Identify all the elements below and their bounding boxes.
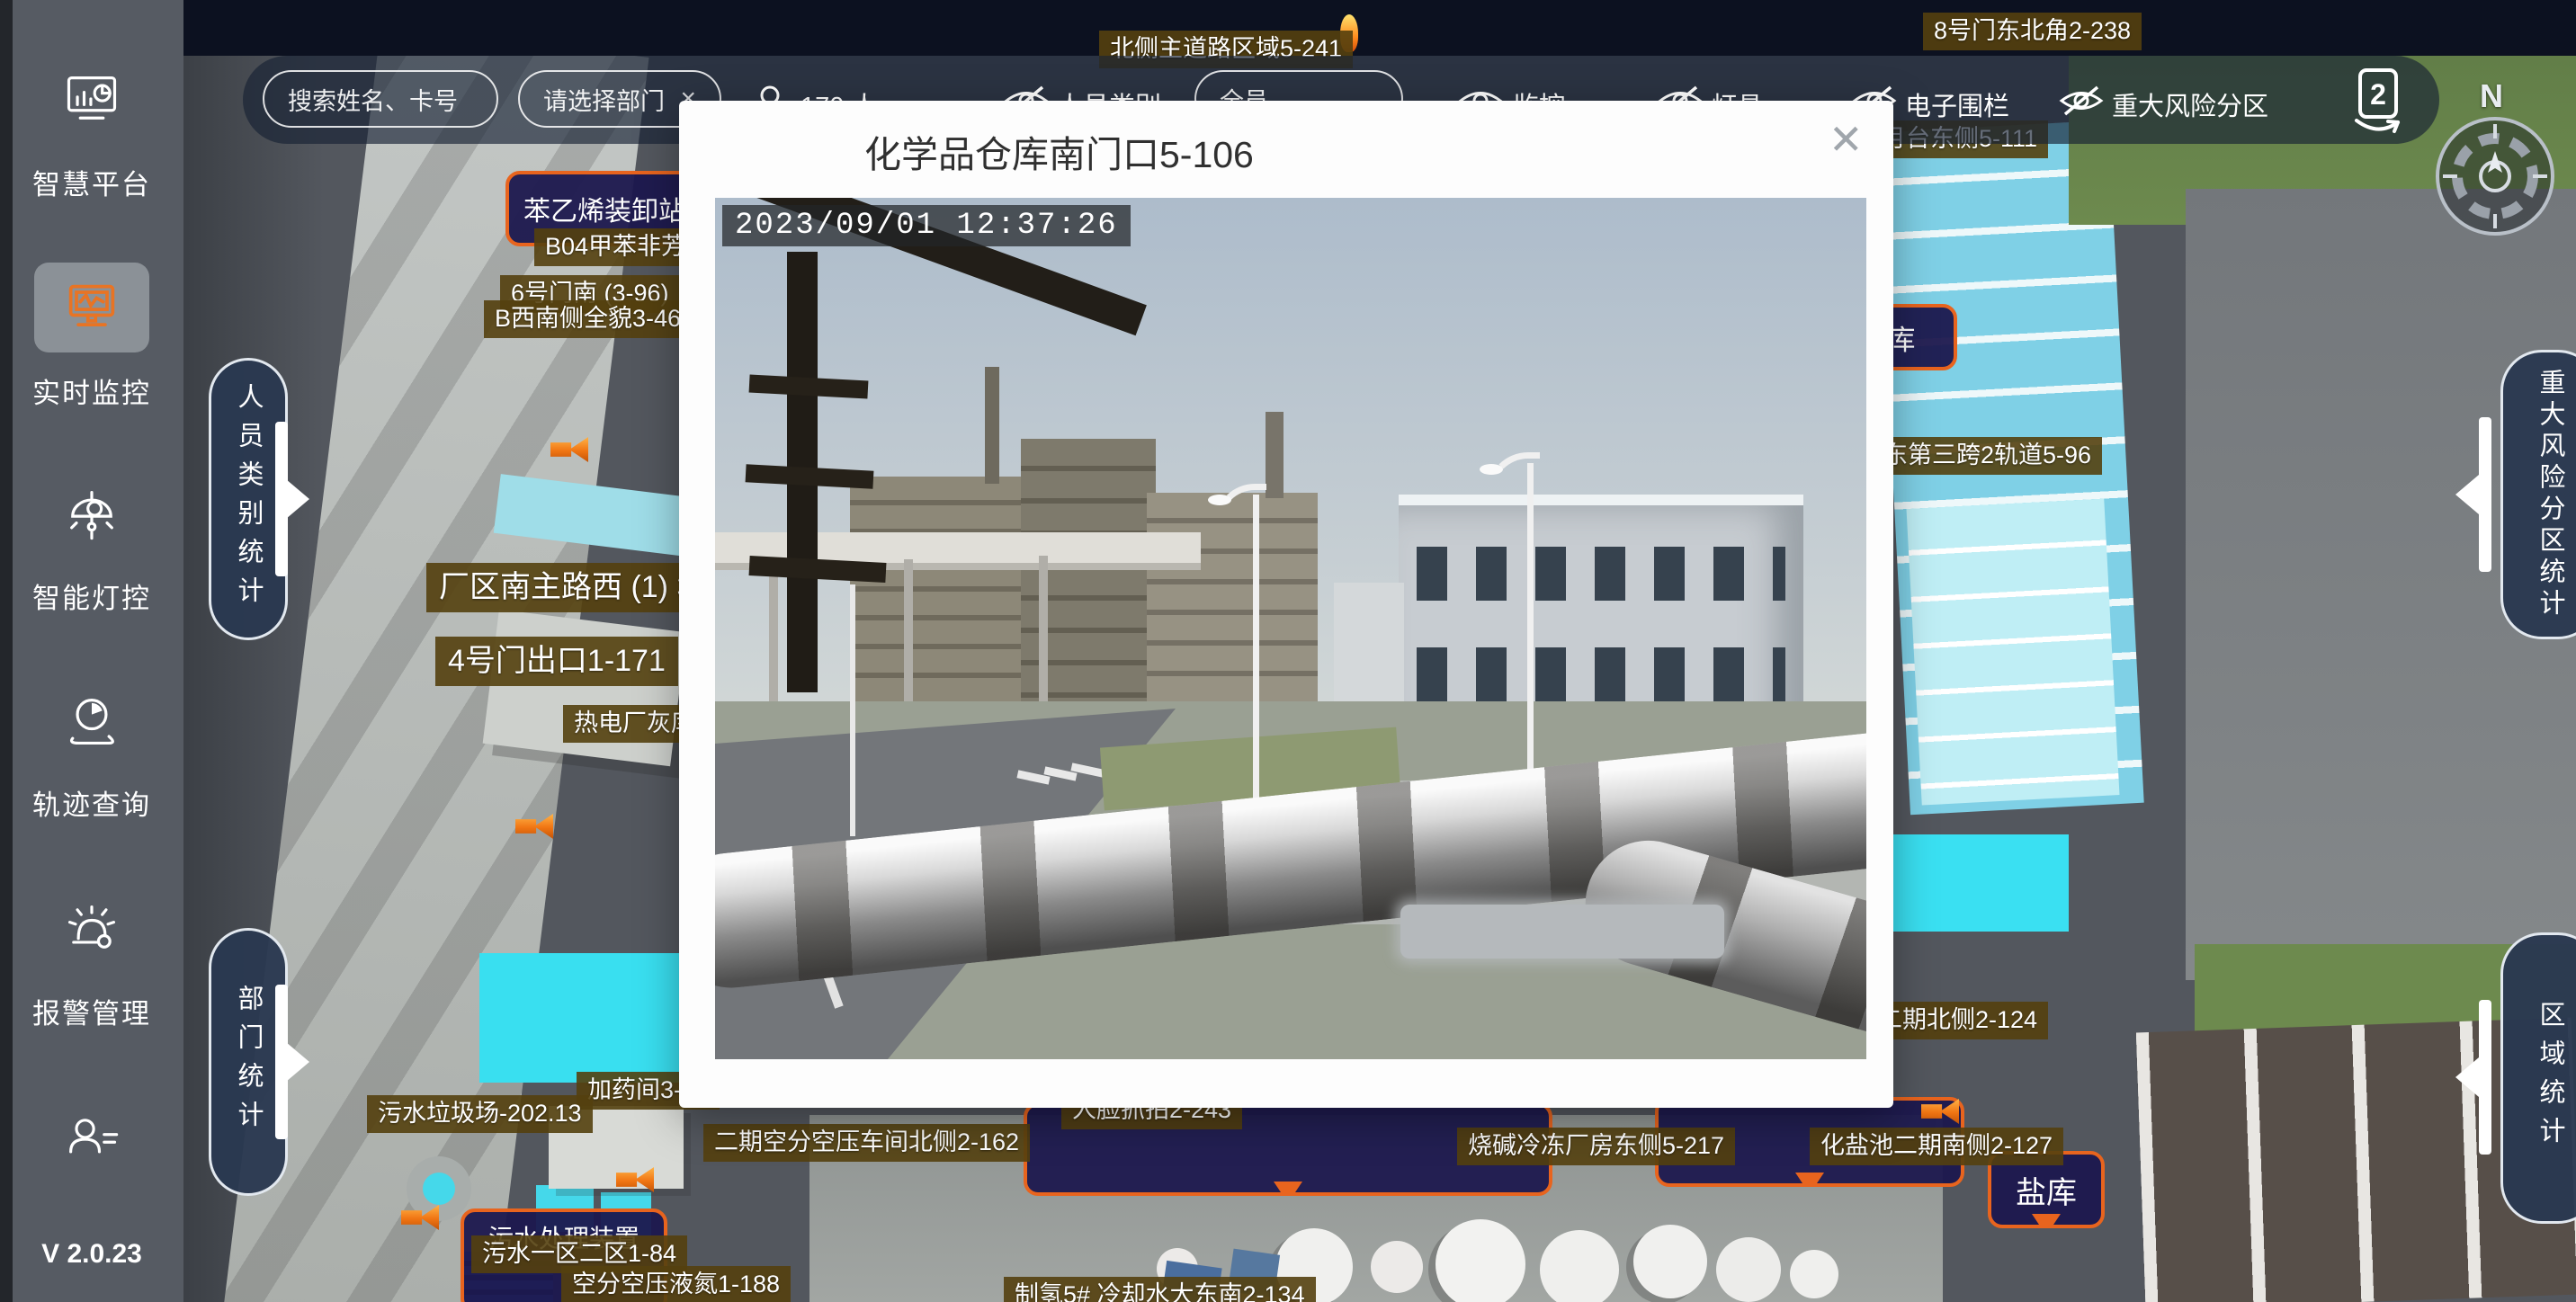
- toggle-electronic-fence[interactable]: 电子围栏: [1905, 85, 2009, 123]
- alarm-bell-icon[interactable]: [61, 897, 122, 959]
- camera-timestamp: 2023/09/01 12:37:26: [722, 205, 1131, 246]
- sidebar-item-smart-light[interactable]: 智能灯控: [0, 575, 183, 616]
- close-icon[interactable]: ✕: [1829, 119, 1864, 160]
- expand-handle[interactable]: [2479, 417, 2491, 572]
- map-tank-3: [1436, 1219, 1525, 1302]
- redaction-blur: [1400, 905, 1724, 959]
- sidebar-item-realtime-monitor[interactable]: 实时监控: [0, 370, 183, 411]
- map-tank-2: [1371, 1241, 1423, 1293]
- realtime-monitor-icon[interactable]: [61, 277, 122, 338]
- map-bldg-1: [483, 610, 687, 766]
- app-window: 苯乙烯装卸站 库 污水处理装置 盐库 北侧主道路区域5-241 8号门东北角2-…: [0, 0, 2576, 1302]
- search-input[interactable]: 搜索姓名、卡号: [263, 70, 498, 128]
- chevron-left-icon[interactable]: [2455, 1057, 2479, 1097]
- map-tank-6: [1716, 1237, 1781, 1302]
- map-tank-7: [1790, 1250, 1838, 1298]
- map-camera-tag[interactable]: 空分空压液氮1-188: [561, 1266, 791, 1302]
- map-camera-tag[interactable]: 二期空分空压车间北侧2-162: [703, 1124, 1030, 1162]
- eye-slash-icon[interactable]: [2058, 84, 2105, 122]
- layer-switch-icon[interactable]: 2: [2346, 65, 2414, 141]
- compass-dial[interactable]: [2432, 113, 2558, 244]
- map-tank-4: [1540, 1230, 1619, 1302]
- app-version: V 2.0.23: [0, 1239, 183, 1270]
- tab-area-stats[interactable]: 区域统计: [2500, 932, 2576, 1224]
- sidebar-nav: 智慧平台 实时监控 智能灯控 轨迹查询 报警管理 V 2.0.23: [0, 0, 183, 1302]
- search-placeholder: 搜索姓名、卡号: [288, 82, 458, 117]
- sidebar-item-track-query[interactable]: 轨迹查询: [0, 782, 183, 823]
- person-roster-icon[interactable]: [61, 1108, 122, 1169]
- map-camera-tag[interactable]: 4号门出口1-171: [435, 637, 678, 686]
- map-clarifier-water: [423, 1173, 455, 1205]
- map-camera-tag[interactable]: 污水垃圾场-202.13: [367, 1095, 593, 1133]
- map-camera-tag[interactable]: 化盐池二期南侧2-127: [1810, 1128, 2063, 1165]
- expand-handle[interactable]: [2479, 1000, 2491, 1155]
- sidebar-item-alarm-manage[interactable]: 报警管理: [0, 991, 183, 1031]
- map-camera-tag[interactable]: 制氢5# 冷却水大东南2-134: [1004, 1277, 1316, 1302]
- camera-feed-image: 2023/09/01 12:37:26: [715, 198, 1866, 1059]
- map-camera-tag[interactable]: 8号门东北角2-238: [1923, 13, 2142, 50]
- map-camera-tag[interactable]: 二期北侧2-124: [1867, 1002, 2048, 1039]
- tab-major-risk-zone-stats[interactable]: 重大风险分区统计: [2500, 350, 2576, 639]
- map-camera-tag[interactable]: B西南侧全貌3-46: [484, 300, 692, 338]
- camera-feed-modal: 化学品仓库南门口5-106 ✕: [679, 101, 1893, 1108]
- department-placeholder: 请选择部门: [543, 82, 665, 117]
- track-query-icon[interactable]: [61, 691, 122, 752]
- sidebar-active-tile[interactable]: [34, 263, 149, 352]
- compass-north-label: N: [2480, 77, 2503, 115]
- chevron-left-icon[interactable]: [2455, 475, 2479, 514]
- map-camera-tag[interactable]: 烧碱冷冻厂房东侧5-217: [1457, 1128, 1735, 1165]
- sidebar-item-smart-platform[interactable]: 智慧平台: [0, 162, 183, 202]
- map-pool-bright: [1887, 834, 2069, 932]
- chevron-right-icon[interactable]: [286, 479, 309, 519]
- dashboard-monitor-icon[interactable]: [61, 68, 122, 129]
- map-camera-tag[interactable]: 东第三跨2轨道5-96: [1873, 437, 2102, 475]
- map-tank-5: [1633, 1225, 1707, 1298]
- toggle-major-risk-zone[interactable]: 重大风险分区: [2112, 85, 2268, 123]
- smart-lamp-icon[interactable]: [61, 484, 122, 545]
- map-roof-light: [1907, 498, 2120, 805]
- chevron-right-icon[interactable]: [286, 1042, 309, 1082]
- layer-badge-number: 2: [2370, 78, 2386, 111]
- modal-title: 化学品仓库南门口5-106: [864, 124, 1254, 178]
- map-pool-big: [479, 953, 690, 1083]
